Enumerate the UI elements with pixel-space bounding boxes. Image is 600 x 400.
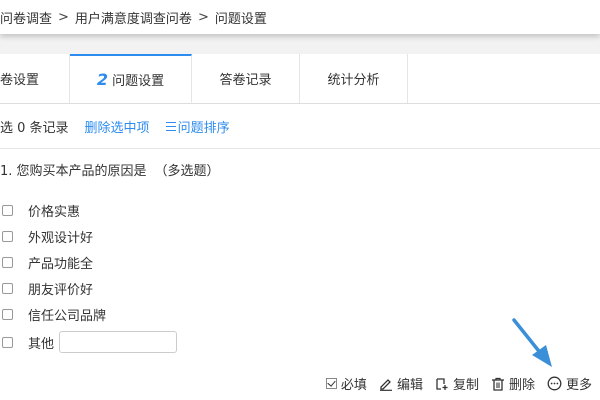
breadcrumb: 问卷调查 > 用户满意度调查问卷 > 问题设置 — [0, 0, 600, 34]
selected-count: 选 0 条记录 — [0, 120, 69, 136]
list-item[interactable]: 朋友评价好 — [2, 275, 177, 301]
sort-questions-link[interactable]: 问题排序 — [165, 117, 230, 136]
sort-questions-label: 问题排序 — [177, 120, 230, 136]
required-label: 必填 — [340, 378, 367, 393]
list-item[interactable]: 产品功能全 — [2, 249, 177, 275]
breadcrumb-separator: > — [197, 9, 209, 25]
list-item-other[interactable]: 其他 — [2, 329, 178, 355]
option-checkbox[interactable] — [2, 256, 13, 268]
question-type: （多选题） — [154, 164, 220, 179]
option-checkbox[interactable] — [2, 204, 13, 216]
option-checkbox[interactable] — [2, 282, 13, 294]
list-item[interactable]: 外观设计好 — [2, 223, 177, 249]
list-item[interactable]: 价格实惠 — [2, 197, 177, 223]
more-icon — [547, 376, 562, 391]
option-list: 价格实惠 外观设计好 产品功能全 朋友评价好 信任公司品牌 其他 — [2, 197, 178, 355]
delete-selected-link[interactable]: 删除选中项 — [85, 117, 150, 136]
copy-label: 复制 — [452, 378, 479, 393]
pencil-icon — [379, 378, 392, 391]
other-input[interactable] — [59, 331, 178, 353]
breadcrumb-separator: > — [58, 9, 69, 25]
question-title: 1. 您购买本产品的原因是 （多选题） — [0, 160, 220, 179]
tab-statistics[interactable]: 统计分析 — [300, 54, 408, 103]
option-checkbox[interactable] — [2, 336, 13, 348]
list-icon — [165, 121, 176, 131]
question-text: 1. 您购买本产品的原因是 — [0, 164, 147, 179]
edit-label: 编辑 — [396, 378, 423, 393]
more-label: 更多 — [565, 378, 592, 393]
breadcrumb-item-current: 问题设置 — [214, 11, 267, 27]
tab-label: 统计分析 — [327, 73, 380, 88]
tab-question-settings[interactable]: 2 问题设置 — [70, 54, 192, 103]
option-label: 产品功能全 — [28, 256, 94, 272]
tab-bar: 卷设置 2 问题设置 答卷记录 统计分析 — [0, 54, 600, 104]
delete-label: 删除 — [508, 378, 535, 393]
tab-label: 答卷记录 — [219, 73, 272, 88]
option-label: 朋友评价好 — [28, 282, 94, 298]
trash-icon — [491, 377, 504, 391]
tab-label: 卷设置 — [0, 73, 40, 88]
option-label: 价格实惠 — [28, 204, 81, 220]
list-item[interactable]: 信任公司品牌 — [2, 301, 177, 327]
copy-button[interactable]: 复制 — [435, 374, 479, 393]
tab-response-records[interactable]: 答卷记录 — [192, 54, 300, 103]
option-label: 外观设计好 — [28, 230, 94, 246]
question-actions: 必填 编辑 复制 删除 更多 — [314, 374, 592, 393]
tab-label: 问题设置 — [112, 73, 165, 89]
tab-survey-settings[interactable]: 卷设置 — [0, 54, 70, 103]
checkbox-checked-icon[interactable] — [325, 378, 337, 389]
question-toolbar: 选 0 条记录 删除选中项 问题排序 — [0, 104, 600, 149]
required-toggle[interactable]: 必填 — [325, 374, 367, 393]
edit-button[interactable]: 编辑 — [379, 374, 423, 393]
option-label: 信任公司品牌 — [28, 308, 107, 324]
option-label: 其他 — [28, 336, 55, 352]
pointer-arrow-icon — [512, 318, 552, 367]
breadcrumb-item-survey[interactable]: 问卷调查 — [0, 8, 52, 27]
breadcrumb-item-questionnaire[interactable]: 用户满意度调查问卷 — [75, 8, 192, 27]
tab-step-number: 2 — [96, 69, 109, 89]
more-button[interactable]: 更多 — [547, 374, 592, 393]
page-background-band — [0, 34, 600, 54]
delete-button[interactable]: 删除 — [491, 374, 535, 393]
copy-icon — [436, 377, 448, 390]
option-checkbox[interactable] — [2, 308, 13, 320]
option-checkbox[interactable] — [2, 230, 13, 242]
